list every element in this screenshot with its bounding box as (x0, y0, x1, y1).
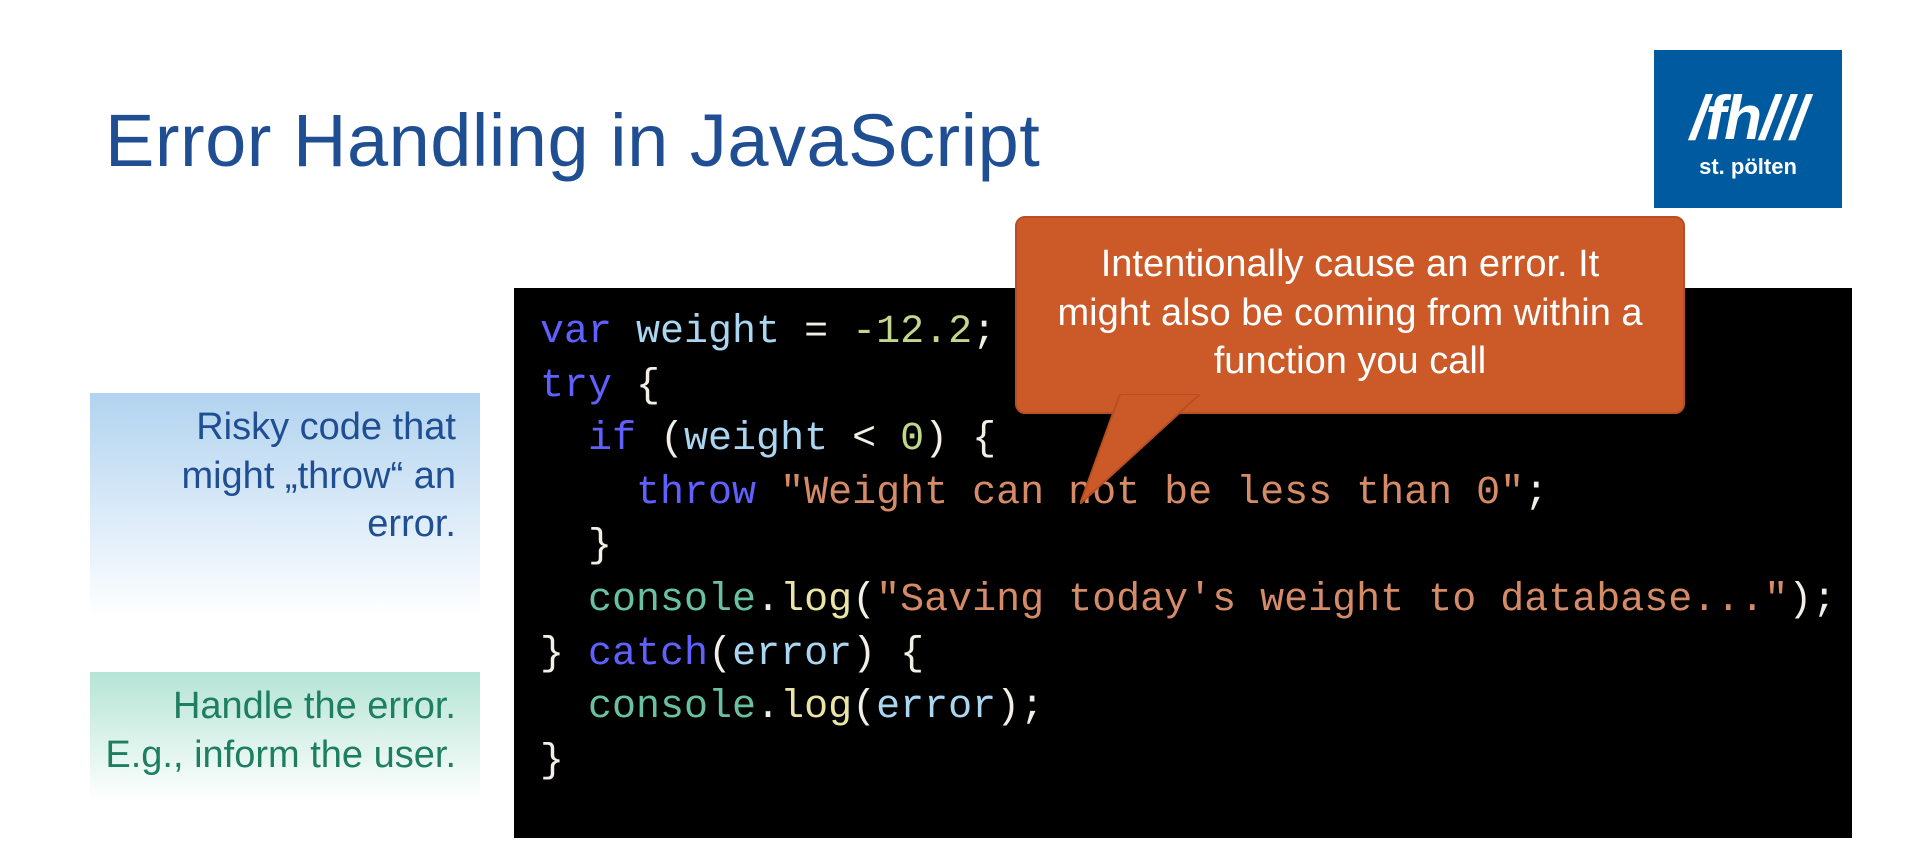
callout-bubble: Intentionally cause an error. It might a… (1015, 216, 1685, 414)
kw-var: var (540, 310, 612, 355)
kw-catch: catch (588, 632, 708, 677)
kw-if: if (588, 417, 636, 462)
slide-title: Error Handling in JavaScript (105, 98, 1040, 183)
num-zero: 0 (900, 417, 924, 462)
fh-logo: /fh/// st. pölten (1654, 50, 1842, 208)
kw-throw: throw (636, 471, 756, 516)
note-catch-block: Handle the error. E.g., inform the user. (90, 672, 480, 802)
num-neg: -12.2 (852, 310, 972, 355)
kw-try: try (540, 364, 612, 409)
str-save: "Saving today's weight to database..." (876, 578, 1788, 623)
note-try-block: Risky code that might „throw“ an error. (90, 393, 480, 618)
ident-error: error (732, 632, 852, 677)
slide: Error Handling in JavaScript /fh/// st. … (0, 0, 1920, 861)
fn-log: log (780, 578, 852, 623)
ident-weight: weight (636, 310, 780, 355)
obj-console: console (588, 578, 756, 623)
logo-sub: st. pölten (1699, 154, 1797, 180)
logo-main: /fh/// (1690, 88, 1805, 150)
